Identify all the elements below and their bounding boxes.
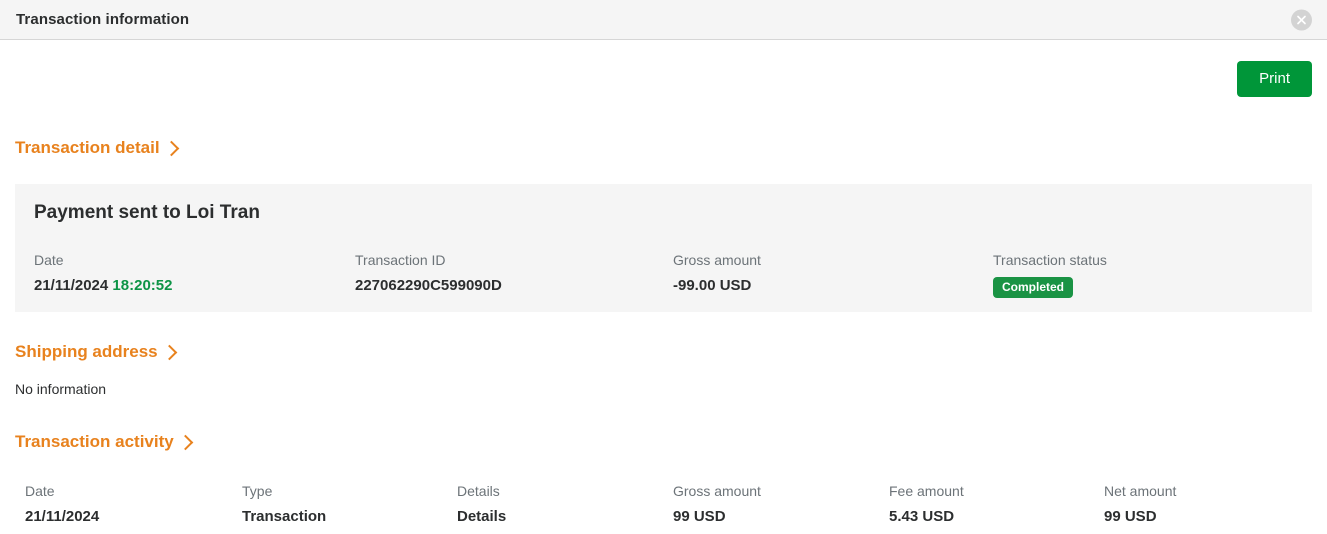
section-header-transaction-detail[interactable]: Transaction detail <box>15 138 179 158</box>
field-label-date: Date <box>34 252 64 268</box>
table-row: 99 USD <box>673 508 726 525</box>
modal-body: Print Transaction detail Payment sent to… <box>0 40 1327 525</box>
table-row: Transaction <box>242 508 327 525</box>
table-column-gross-amount: Gross amount 99 USD <box>673 483 889 525</box>
field-value-date: 21/11/2024 18:20:52 <box>34 277 355 294</box>
column-header-gross-amount: Gross amount <box>673 483 761 499</box>
column-header-date: Date <box>25 483 55 499</box>
section-header-transaction-activity[interactable]: Transaction activity <box>15 432 194 452</box>
print-toolbar: Print <box>15 40 1312 97</box>
modal-header: Transaction information <box>0 0 1327 40</box>
close-button[interactable] <box>1291 9 1312 30</box>
chevron-right-icon <box>161 344 177 360</box>
section-label-shipping-address: Shipping address <box>15 342 158 361</box>
column-header-fee-amount: Fee amount <box>889 483 964 499</box>
field-label-transaction-status: Transaction status <box>993 252 1107 268</box>
field-value-gross-amount: -99.00 USD <box>673 277 752 294</box>
summary-panel-title: Payment sent to Loi Tran <box>34 202 260 223</box>
table-column-type: Type Transaction <box>242 483 457 525</box>
summary-fields: Date 21/11/2024 18:20:52 Transaction ID … <box>34 252 1293 298</box>
chevron-right-icon <box>177 434 194 450</box>
time-text: 18:20:52 <box>112 277 173 294</box>
table-row: Details <box>457 508 507 525</box>
summary-field-transaction-id: Transaction ID 227062290C599090D <box>355 252 673 298</box>
field-value-transaction-id: 227062290C599090D <box>355 277 502 294</box>
field-label-transaction-id: Transaction ID <box>355 252 446 268</box>
field-label-gross-amount: Gross amount <box>673 252 761 268</box>
close-icon <box>1296 14 1307 25</box>
table-column-net-amount: Net amount 99 USD <box>1104 483 1307 525</box>
transaction-activity-table: Date 21/11/2024 Type Transaction Details… <box>25 483 1307 525</box>
column-header-type: Type <box>242 483 273 499</box>
date-text: 21/11/2024 <box>34 277 109 294</box>
table-column-details: Details Details <box>457 483 673 525</box>
table-row: 21/11/2024 <box>25 508 100 525</box>
table-column-fee-amount: Fee amount 5.43 USD <box>889 483 1104 525</box>
column-header-details: Details <box>457 483 500 499</box>
summary-field-date: Date 21/11/2024 18:20:52 <box>34 252 355 298</box>
print-button[interactable]: Print <box>1237 61 1312 97</box>
chevron-right-icon <box>163 140 179 156</box>
section-header-shipping-address[interactable]: Shipping address <box>15 342 177 362</box>
shipping-address-body: No information <box>15 381 107 397</box>
table-column-date: Date 21/11/2024 <box>25 483 242 525</box>
page-title: Transaction information <box>16 11 190 28</box>
table-row: 5.43 USD <box>889 508 955 525</box>
section-label-transaction-activity: Transaction activity <box>15 432 174 451</box>
status-badge: Completed <box>993 277 1074 298</box>
summary-field-transaction-status: Transaction status Completed <box>993 252 1293 298</box>
summary-field-gross-amount: Gross amount -99.00 USD <box>673 252 993 298</box>
transaction-summary-panel: Payment sent to Loi Tran Date 21/11/2024… <box>15 184 1312 312</box>
column-header-net-amount: Net amount <box>1104 483 1177 499</box>
field-value-transaction-status: Completed <box>993 277 1293 298</box>
table-row: 99 USD <box>1104 508 1157 525</box>
section-label-transaction-detail: Transaction detail <box>15 138 160 157</box>
